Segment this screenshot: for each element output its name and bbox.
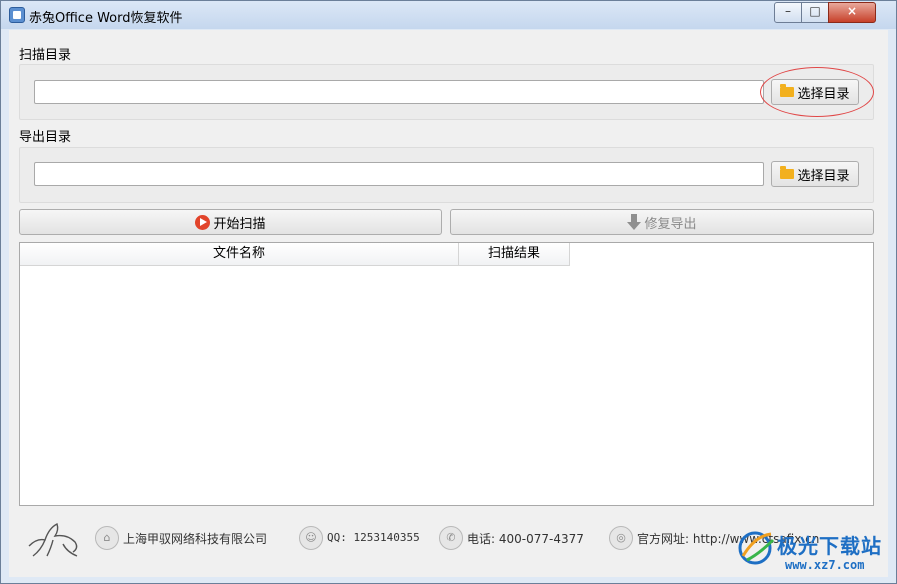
qq-number: QQ: 1253140355	[327, 531, 420, 544]
repair-export-label: 修复导出	[644, 216, 697, 232]
scan-dir-label: 扫描目录	[19, 48, 72, 63]
company-name: 上海甲驭网络科技有限公司	[123, 532, 268, 546]
start-scan-label: 开始扫描	[213, 216, 266, 232]
folder-icon	[780, 166, 795, 179]
window-title: 赤兔Office Word恢复软件	[29, 11, 183, 26]
scan-dir-input[interactable]	[34, 80, 764, 104]
qq-icon: ☺	[299, 526, 323, 550]
download-arrow-icon	[627, 214, 642, 230]
maximize-button[interactable]: □	[801, 2, 829, 23]
column-header-result[interactable]: 扫描结果	[459, 243, 570, 266]
watermark-title: 极光下载站	[777, 534, 882, 558]
globe-icon: ◎	[609, 526, 633, 550]
app-icon	[9, 7, 25, 23]
repair-export-button[interactable]: 修复导出	[450, 209, 874, 235]
column-header-filename[interactable]: 文件名称	[20, 243, 459, 266]
watermark-logo	[738, 531, 775, 565]
app-window: 赤兔Office Word恢复软件 – □ × 扫描目录 选择目录 导出目录 选…	[0, 0, 897, 584]
export-dir-label: 导出目录	[19, 130, 72, 145]
export-dir-browse-button[interactable]: 选择目录	[771, 161, 859, 187]
phone-number: 电话: 400-077-4377	[467, 532, 584, 546]
export-dir-browse-label: 选择目录	[797, 168, 850, 184]
building-icon: ⌂	[95, 526, 119, 550]
file-list[interactable]: 文件名称 扫描结果	[19, 242, 874, 506]
close-button[interactable]: ×	[828, 2, 876, 23]
highlight-circle	[760, 67, 874, 117]
horse-logo	[28, 523, 78, 557]
export-dir-input[interactable]	[34, 162, 764, 186]
main-panel: 扫描目录 选择目录 导出目录 选择目录 开始扫描 修复导出 文件名称 扫描结果	[9, 30, 888, 577]
play-icon	[195, 214, 211, 230]
title-bar[interactable]: 赤兔Office Word恢复软件 – □ ×	[1, 1, 896, 29]
start-scan-button[interactable]: 开始扫描	[19, 209, 442, 235]
watermark-url: www.xz7.com	[785, 558, 865, 572]
watermark: 极光下载站 www.xz7.com	[735, 526, 893, 578]
minimize-button[interactable]: –	[774, 2, 802, 23]
phone-icon: ✆	[439, 526, 463, 550]
